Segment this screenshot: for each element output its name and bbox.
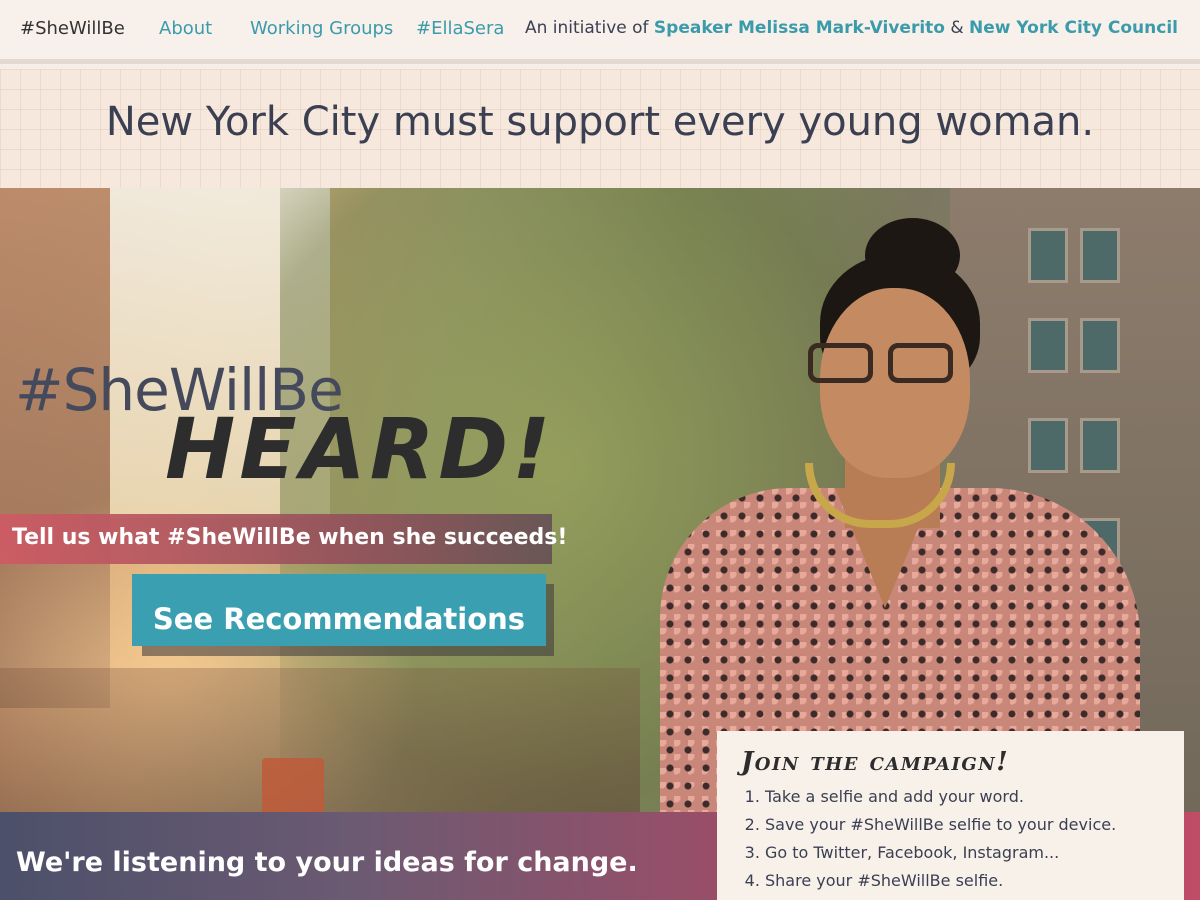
- ampersand: &: [950, 18, 964, 38]
- see-recommendations-button[interactable]: See Recommendations: [132, 574, 546, 646]
- join-step: Go to Twitter, Facebook, Instagram...: [765, 839, 1184, 867]
- hero-prompt-banner: Tell us what #SheWillBe when she succeed…: [0, 514, 567, 564]
- join-step: Save your #SheWillBe selfie to your devi…: [765, 811, 1184, 839]
- hair-bun: [865, 218, 960, 293]
- tagline-band: New York City must support every young w…: [0, 69, 1200, 188]
- nav-link-about[interactable]: About: [159, 18, 212, 39]
- join-campaign-card: Join the campaign! Take a selfie and add…: [717, 731, 1184, 900]
- listening-heading: We're listening to your ideas for change…: [16, 847, 638, 878]
- glasses-lens-left: [808, 343, 873, 383]
- nav-link-working-groups[interactable]: Working Groups: [250, 18, 393, 39]
- join-step: Take a selfie and add your word.: [765, 783, 1184, 811]
- hero-heard-word: HEARD!: [165, 400, 555, 498]
- top-nav: #SheWillBe About Working Groups #EllaSer…: [0, 0, 1200, 64]
- council-link[interactable]: New York City Council: [969, 18, 1178, 38]
- nav-link-ellasera[interactable]: #EllaSera: [416, 18, 504, 39]
- eyeglasses: [808, 343, 958, 385]
- brand-link[interactable]: #SheWillBe: [20, 18, 125, 39]
- background-bus: [262, 758, 324, 818]
- initiative-prefix: An initiative of: [524, 18, 649, 38]
- initiative-credit: An initiative of Speaker Melissa Mark-Vi…: [525, 18, 1178, 38]
- join-step: Share your #SheWillBe selfie.: [765, 867, 1184, 895]
- join-steps-list: Take a selfie and add your word. Save yo…: [765, 783, 1184, 895]
- speaker-link[interactable]: Speaker Melissa Mark-Viverito: [654, 18, 945, 38]
- join-campaign-title: Join the campaign!: [741, 747, 1010, 777]
- page-tagline: New York City must support every young w…: [105, 99, 1095, 145]
- glasses-lens-right: [888, 343, 953, 383]
